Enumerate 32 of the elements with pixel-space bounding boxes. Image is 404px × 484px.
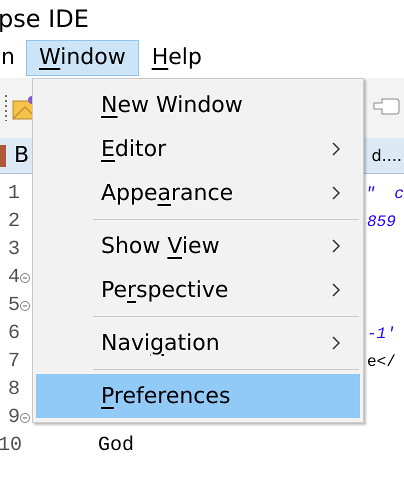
line-number: 4 [6, 265, 20, 291]
menu-item[interactable]: n [0, 40, 26, 76]
menu-item[interactable]: Preferences [36, 374, 360, 418]
fold-icon[interactable] [20, 301, 30, 311]
file-icon [0, 144, 6, 166]
code-text: 859 [367, 212, 396, 233]
line-number: 7 [6, 349, 20, 375]
menu-item[interactable]: New Window [36, 83, 360, 127]
menu-item[interactable]: Window [26, 40, 139, 76]
grip-icon [4, 95, 8, 121]
code-text: -1' [367, 324, 396, 345]
code-text: " c [366, 184, 404, 205]
line-number: 3 [6, 237, 20, 263]
line-number: 2 [6, 209, 20, 235]
menu-item[interactable]: Editor [36, 127, 360, 171]
menu-item[interactable]: Show View [36, 224, 360, 268]
line-number: 9 [6, 405, 20, 431]
editor-tab[interactable]: B [14, 139, 30, 172]
line-number: 8 [6, 377, 20, 403]
line-number: 1 [6, 181, 20, 207]
fold-icon[interactable] [20, 413, 30, 423]
window-title: pse IDE [0, 4, 90, 35]
menu-item[interactable]: Navigation [36, 321, 360, 365]
fold-icon[interactable] [20, 273, 30, 283]
line-number: 6 [6, 321, 20, 347]
code-text: God [98, 434, 134, 457]
editor-tab[interactable]: d.... [372, 144, 404, 168]
menu-item[interactable]: Appearance [36, 171, 360, 215]
code-text: e</ [367, 352, 396, 373]
line-number: 5 [6, 293, 20, 319]
menu-item[interactable]: Help [138, 40, 215, 76]
menu-item[interactable]: Perspective [36, 268, 360, 312]
